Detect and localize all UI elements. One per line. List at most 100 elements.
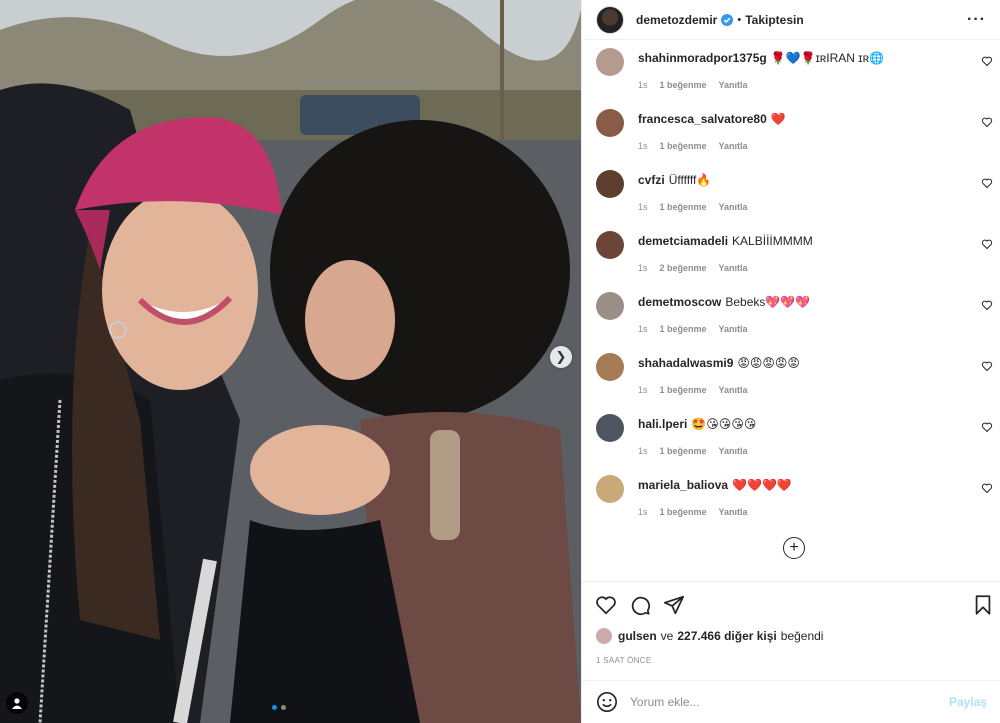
post-comment-button[interactable]: Paylaş bbox=[949, 695, 987, 709]
post-actions-bar bbox=[582, 581, 1000, 625]
commenter-avatar[interactable] bbox=[596, 292, 624, 320]
comment-like-count[interactable]: 1 beğenme bbox=[660, 80, 707, 90]
comment-body: mariela_baliova ❤️❤️❤️❤️ bbox=[638, 477, 968, 493]
post-time-ago[interactable]: 1 SAAT ÖNCE bbox=[596, 656, 651, 665]
commenter-avatar[interactable] bbox=[596, 48, 624, 76]
comment-time: 1s bbox=[638, 263, 648, 273]
carousel-dot bbox=[281, 705, 286, 710]
comment-bubble-icon[interactable] bbox=[629, 594, 651, 616]
more-options-icon[interactable]: ··· bbox=[967, 11, 986, 29]
load-more-comments-button[interactable]: + bbox=[783, 537, 805, 559]
comment-text: Üffffff🔥 bbox=[668, 173, 712, 187]
tagged-users-button[interactable] bbox=[6, 692, 28, 714]
comment-time: 1s bbox=[638, 446, 648, 456]
comment-time: 1s bbox=[638, 507, 648, 517]
comment-like-count[interactable]: 1 beğenme bbox=[660, 507, 707, 517]
comment-text: KALBİİİMMMM bbox=[732, 234, 813, 248]
comment-meta: 1s 1 beğenme Yanıtla bbox=[638, 141, 748, 151]
heart-icon[interactable] bbox=[981, 116, 993, 128]
commenter-avatar[interactable] bbox=[596, 475, 624, 503]
comments-list: shahinmoradpor1375g 🌹💙🌹ɪʀIRAN ɪʀ🌐 1s 1 beğ… bbox=[582, 40, 1000, 580]
heart-icon[interactable] bbox=[981, 299, 993, 311]
verified-badge-icon bbox=[721, 13, 734, 26]
comment-username[interactable]: cvfzi bbox=[638, 173, 665, 187]
first-liker-username[interactable]: gulsen bbox=[618, 629, 657, 643]
heart-icon[interactable] bbox=[981, 238, 993, 250]
heart-icon[interactable] bbox=[981, 177, 993, 189]
comment-time: 1s bbox=[638, 324, 648, 334]
comment-body: cvfzi Üffffff🔥 bbox=[638, 172, 968, 188]
like-heart-icon[interactable] bbox=[595, 594, 617, 616]
comment-meta: 1s 1 beğenme Yanıtla bbox=[638, 324, 748, 334]
reply-button[interactable]: Yanıtla bbox=[719, 446, 748, 456]
comment-like-count[interactable]: 1 beğenme bbox=[660, 385, 707, 395]
likes-count-link[interactable]: 227.466 diğer kişi bbox=[677, 629, 776, 643]
comment-item: mariela_baliova ❤️❤️❤️❤️ 1s 1 beğenme Yanıt… bbox=[596, 469, 996, 529]
likes-suffix: beğendi bbox=[780, 629, 824, 643]
comment-meta: 1s 2 beğenme Yanıtla bbox=[638, 263, 748, 273]
comment-item: shahinmoradpor1375g 🌹💙🌹ɪʀIRAN ɪʀ🌐 1s 1 beğ… bbox=[596, 42, 996, 102]
comment-body: demetciamadeli KALBİİİMMMM bbox=[638, 233, 968, 249]
comment-username[interactable]: mariela_baliova bbox=[638, 478, 728, 492]
reply-button[interactable]: Yanıtla bbox=[719, 324, 748, 334]
comment-text: 🌹💙🌹ɪʀIRAN ɪʀ🌐 bbox=[770, 51, 885, 65]
comment-username[interactable]: shahadalwasmi9 bbox=[638, 356, 733, 370]
carousel-next-button[interactable]: ❯ bbox=[550, 346, 572, 368]
comment-username[interactable]: hali.lperi bbox=[638, 417, 687, 431]
heart-icon[interactable] bbox=[981, 360, 993, 372]
comment-body: shahadalwasmi9 😡😡😡😡😡 bbox=[638, 355, 968, 371]
commenter-avatar[interactable] bbox=[596, 170, 624, 198]
comment-text: 😡😡😡😡😡 bbox=[737, 356, 800, 370]
comment-like-count[interactable]: 2 beğenme bbox=[660, 263, 707, 273]
commenter-avatar[interactable] bbox=[596, 353, 624, 381]
comment-username[interactable]: shahinmoradpor1375g bbox=[638, 51, 767, 65]
commenter-avatar[interactable] bbox=[596, 231, 624, 259]
comment-body: shahinmoradpor1375g 🌹💙🌹ɪʀIRAN ɪʀ🌐 bbox=[638, 50, 968, 66]
share-paper-plane-icon[interactable] bbox=[663, 594, 685, 616]
comment-input[interactable] bbox=[630, 695, 949, 709]
reply-button[interactable]: Yanıtla bbox=[719, 202, 748, 212]
heart-icon[interactable] bbox=[981, 55, 993, 67]
reply-button[interactable]: Yanıtla bbox=[719, 385, 748, 395]
comment-like-count[interactable]: 1 beğenme bbox=[660, 446, 707, 456]
comment-username[interactable]: demetciamadeli bbox=[638, 234, 728, 248]
plus-icon: + bbox=[789, 539, 799, 556]
comment-time: 1s bbox=[638, 80, 648, 90]
commenter-avatar[interactable] bbox=[596, 109, 624, 137]
comment-body: francesca_salvatore80 ❤️ bbox=[638, 111, 968, 127]
save-bookmark-icon[interactable] bbox=[972, 594, 994, 616]
author-avatar[interactable] bbox=[596, 5, 624, 34]
comment-text: ❤️❤️❤️❤️ bbox=[732, 478, 792, 492]
reply-button[interactable]: Yanıtla bbox=[719, 141, 748, 151]
comment-meta: 1s 1 beğenme Yanıtla bbox=[638, 385, 748, 395]
comment-text: Bebeks💖💖💖 bbox=[725, 295, 811, 309]
emoji-icon[interactable] bbox=[596, 691, 618, 713]
post-header: demetozdemir • Takiptesin ··· bbox=[582, 0, 1000, 40]
comment-like-count[interactable]: 1 beğenme bbox=[660, 202, 707, 212]
comment-username[interactable]: demetmoscow bbox=[638, 295, 721, 309]
comment-like-count[interactable]: 1 beğenme bbox=[660, 324, 707, 334]
comment-time: 1s bbox=[638, 141, 648, 151]
comment-item: demetmoscow Bebeks💖💖💖 1s 1 beğenme Yanıtla bbox=[596, 286, 996, 346]
add-comment-bar: Paylaş bbox=[582, 680, 1000, 723]
commenter-avatar[interactable] bbox=[596, 414, 624, 442]
comment-meta: 1s 1 beğenme Yanıtla bbox=[638, 507, 748, 517]
follow-status-button[interactable]: Takiptesin bbox=[745, 13, 803, 27]
comment-time: 1s bbox=[638, 385, 648, 395]
post-photo[interactable]: ❯ bbox=[0, 0, 581, 723]
comment-username[interactable]: francesca_salvatore80 bbox=[638, 112, 767, 126]
chevron-right-icon: ❯ bbox=[555, 349, 567, 364]
comment-text: ❤️ bbox=[770, 112, 786, 126]
post-side-panel: demetozdemir • Takiptesin ··· shahinmora… bbox=[581, 0, 1000, 723]
comment-body: hali.lperi 🤩😘😘😘😘 bbox=[638, 416, 968, 432]
comment-like-count[interactable]: 1 beğenme bbox=[660, 141, 707, 151]
reply-button[interactable]: Yanıtla bbox=[719, 263, 748, 273]
heart-icon[interactable] bbox=[981, 421, 993, 433]
reply-button[interactable]: Yanıtla bbox=[719, 80, 748, 90]
likes-summary: gulsen ve 227.466 diğer kişi beğendi bbox=[596, 628, 823, 644]
heart-icon[interactable] bbox=[981, 482, 993, 494]
author-username[interactable]: demetozdemir bbox=[636, 13, 717, 27]
user-icon bbox=[12, 698, 22, 709]
liker-avatar[interactable] bbox=[596, 628, 612, 644]
reply-button[interactable]: Yanıtla bbox=[719, 507, 748, 517]
